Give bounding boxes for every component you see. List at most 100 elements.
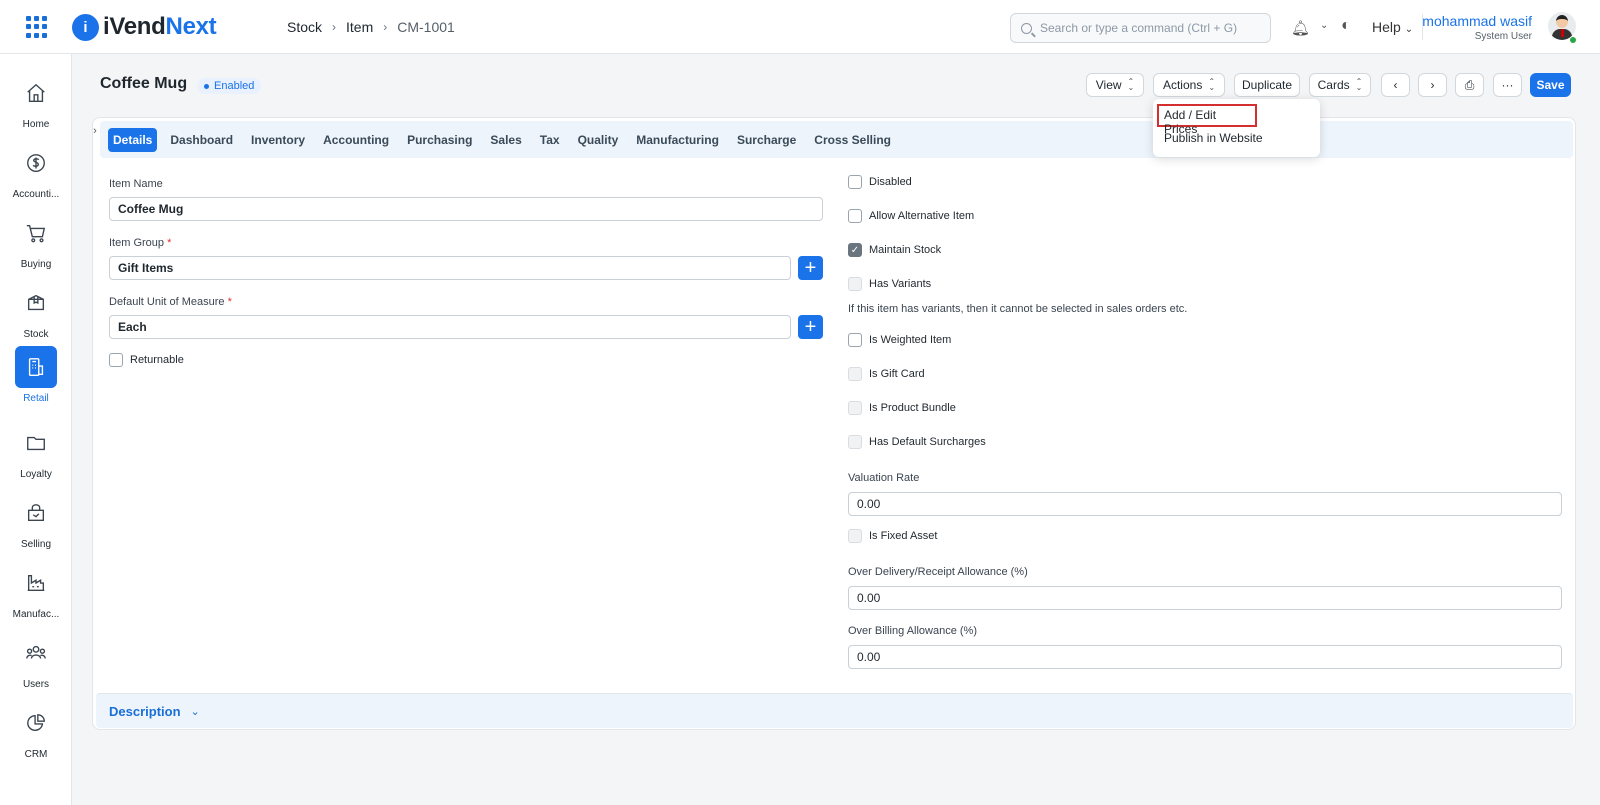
duplicate-label: Duplicate <box>1241 78 1293 92</box>
maintain-stock-checkbox[interactable]: ✓ <box>848 243 862 257</box>
fixed-asset-checkbox <box>848 529 862 543</box>
has-variants-checkbox-row: Has Variants <box>848 277 931 291</box>
returnable-checkbox[interactable] <box>109 353 123 367</box>
uom-field[interactable]: Each <box>109 315 791 339</box>
sidebar-item-stock[interactable]: Stock <box>0 282 72 340</box>
item-group-label: Item Group * <box>109 237 171 249</box>
brand-suffix: Next <box>165 13 217 40</box>
product-bundle-checkbox-row: Is Product Bundle <box>848 401 956 415</box>
alt-item-checkbox[interactable] <box>848 209 862 223</box>
more-icon: ··· <box>1501 78 1514 92</box>
tab-tax[interactable]: Tax <box>531 127 569 153</box>
tab-inventory[interactable]: Inventory <box>242 127 314 153</box>
print-button[interactable]: ⎙ <box>1455 73 1484 97</box>
item-name-field[interactable]: Coffee Mug <box>109 197 823 221</box>
add-uom-button[interactable]: + <box>798 315 823 339</box>
bag-icon <box>15 492 57 534</box>
logo-mark-icon: i <box>72 13 99 41</box>
box-icon <box>15 282 57 324</box>
sidebar-item-selling[interactable]: Selling <box>0 492 72 550</box>
sidebar-item-label: Buying <box>20 259 52 270</box>
sidebar-item-crm[interactable]: CRM <box>0 702 72 760</box>
cards-button[interactable]: Cards ⌃ ⌄ <box>1309 73 1371 97</box>
apps-grid-icon[interactable] <box>26 16 48 38</box>
default-surcharges-label: Has Default Surcharges <box>869 436 986 448</box>
user-name: mohammad wasif <box>1422 13 1532 29</box>
chevron-right-icon: › <box>332 20 337 34</box>
sidebar-item-label: Loyalty <box>20 469 52 480</box>
sidebar-item-loyalty[interactable]: Loyalty <box>0 422 72 480</box>
disabled-checkbox-row[interactable]: Disabled <box>848 175 912 189</box>
tab-manufacturing[interactable]: Manufacturing <box>627 127 728 153</box>
breadcrumb-stock[interactable]: Stock <box>287 19 322 35</box>
valuation-rate-field[interactable]: 0.00 <box>848 492 1562 516</box>
users-icon <box>15 632 57 674</box>
tab-accounting[interactable]: Accounting <box>314 127 398 153</box>
next-button[interactable]: › <box>1418 73 1447 97</box>
menu-item-add-edit-prices[interactable]: Add / Edit Prices <box>1157 104 1257 136</box>
actions-button[interactable]: Actions ⌃ ⌄ <box>1153 73 1225 97</box>
page-title: Coffee Mug <box>100 75 188 92</box>
previous-button[interactable]: ‹ <box>1381 73 1410 97</box>
fixed-asset-label: Is Fixed Asset <box>869 530 938 542</box>
weighted-item-checkbox-row[interactable]: Is Weighted Item <box>848 333 951 347</box>
tab-cross-selling[interactable]: Cross Selling <box>805 127 900 153</box>
sidebar-item-retail[interactable]: Retail <box>0 346 72 404</box>
tab-purchasing[interactable]: Purchasing <box>398 127 481 153</box>
chevron-down-icon[interactable]: ⌄ <box>1320 20 1328 31</box>
sidebar: Home Accounti... Buying Stock Retail Loy… <box>0 54 72 805</box>
add-item-group-button[interactable]: + <box>798 256 823 280</box>
folder-icon <box>15 422 57 464</box>
chevron-down-icon: ⌄ <box>1404 24 1414 35</box>
weighted-item-checkbox[interactable] <box>848 333 862 347</box>
has-variants-checkbox <box>848 277 862 291</box>
sidebar-item-accounting[interactable]: Accounti... <box>0 142 72 200</box>
save-label: Save <box>1536 78 1565 92</box>
gift-card-checkbox <box>848 367 862 381</box>
uom-label: Default Unit of Measure * <box>109 296 232 308</box>
returnable-checkbox-row[interactable]: Returnable <box>109 353 184 367</box>
tab-details[interactable]: Details <box>108 127 158 152</box>
maintain-stock-checkbox-row[interactable]: ✓ Maintain Stock <box>848 243 941 257</box>
item-name-label: Item Name <box>109 178 163 190</box>
breadcrumb-item[interactable]: Item <box>346 19 373 35</box>
status-dot <box>204 83 209 89</box>
search-icon <box>1021 22 1032 34</box>
user-menu[interactable]: mohammad wasif System User <box>1422 13 1532 42</box>
alt-item-checkbox-row[interactable]: Allow Alternative Item <box>848 209 974 223</box>
sidebar-item-users[interactable]: Users <box>0 632 72 690</box>
sidebar-item-label: Selling <box>20 539 52 550</box>
bell-icon[interactable]: 🔔︎ <box>1291 19 1310 37</box>
over-billing-field[interactable]: 0.00 <box>848 645 1562 669</box>
help-menu[interactable]: Help ⌄ <box>1372 19 1413 35</box>
sidebar-item-manufacturing[interactable]: Manufac... <box>0 562 72 620</box>
chevron-right-icon: › <box>383 20 388 34</box>
more-button[interactable]: ··· <box>1493 73 1522 97</box>
tab-dashboard[interactable]: Dashboard <box>161 127 242 153</box>
tab-sales[interactable]: Sales <box>481 127 530 153</box>
view-button[interactable]: View ⌃ ⌄ <box>1086 73 1144 97</box>
dollar-icon <box>15 142 57 184</box>
sidebar-item-label: CRM <box>24 749 48 760</box>
tab-quality[interactable]: Quality <box>569 127 628 153</box>
user-role: System User <box>1474 31 1532 42</box>
sidebar-item-buying[interactable]: Buying <box>0 212 72 270</box>
over-delivery-field[interactable]: 0.00 <box>848 586 1562 610</box>
item-group-label-text: Item Group <box>109 237 165 249</box>
app-logo[interactable]: i iVendNext <box>72 13 217 41</box>
disabled-checkbox[interactable] <box>848 175 862 189</box>
gift-card-label: Is Gift Card <box>869 368 925 380</box>
menu-item-publish-in-website[interactable]: Publish in Website <box>1157 127 1316 150</box>
default-surcharges-checkbox <box>848 435 862 449</box>
tab-surcharge[interactable]: Surcharge <box>728 127 805 153</box>
over-delivery-label: Over Delivery/Receipt Allowance (%) <box>848 566 1028 578</box>
cards-label: Cards <box>1317 78 1350 92</box>
sidebar-item-home[interactable]: Home <box>0 72 72 130</box>
search-input[interactable]: Search or type a command (Ctrl + G) <box>1010 13 1271 43</box>
duplicate-button[interactable]: Duplicate <box>1234 73 1300 97</box>
palette-icon[interactable]: ◐ <box>1341 17 1351 35</box>
description-section-header[interactable]: Description ⌄ <box>96 693 1573 728</box>
breadcrumb: Stock › Item › CM-1001 <box>287 19 455 35</box>
item-group-field[interactable]: Gift Items <box>109 256 791 280</box>
save-button[interactable]: Save <box>1530 73 1571 97</box>
